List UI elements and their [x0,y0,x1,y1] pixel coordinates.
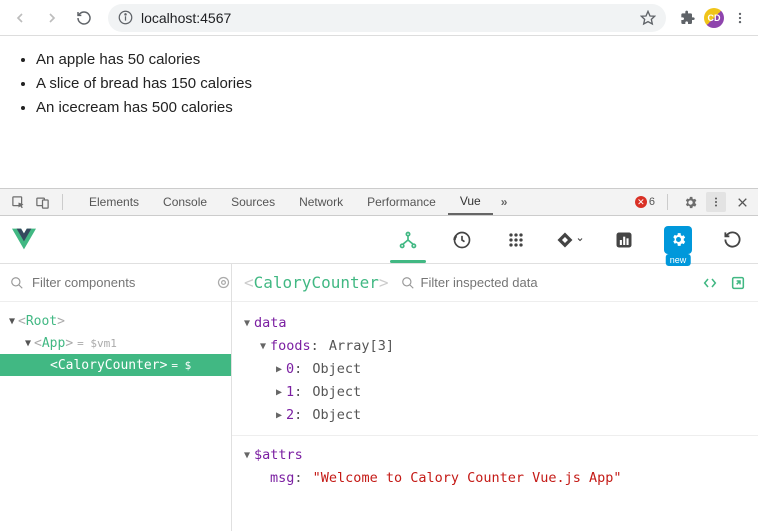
vue-tab-routes-icon[interactable] [556,217,584,263]
vue-devtools-body: ▼<Root> ▼<App>= $vm1 <CaloryCounter>= $ … [0,264,758,531]
vue-devtools-header: new [0,216,758,264]
inspector-title: <CaloryCounter> [244,273,389,292]
reload-button[interactable] [70,4,98,32]
site-info-icon[interactable] [118,10,133,25]
inspect-filter-input[interactable] [421,275,690,290]
address-bar[interactable]: localhost:4567 [108,4,666,32]
vue-logo-icon [12,228,36,252]
devtools-tabbar: Elements Console Sources Network Perform… [0,188,758,216]
tab-performance[interactable]: Performance [355,189,448,215]
browser-toolbar: localhost:4567 CD [0,0,758,36]
search-icon [401,276,415,290]
vue-tab-vuex-icon[interactable] [502,217,530,263]
error-count-badge[interactable]: ✕6 [635,196,655,208]
tab-vue[interactable]: Vue [448,189,493,215]
tab-sources[interactable]: Sources [219,189,287,215]
list-item: An apple has 50 calories [36,48,742,72]
url-text: localhost:4567 [141,10,632,26]
device-toggle-icon[interactable] [32,192,52,212]
data-item[interactable]: 2: Object [240,404,750,427]
inspector-header: <CaloryCounter> [232,264,758,302]
attrs-msg[interactable]: msg: "Welcome to Calory Counter Vue.js A… [240,467,750,490]
page-content: An apple has 50 calories A slice of brea… [0,36,758,188]
inspect-element-icon[interactable] [8,192,28,212]
vue-tab-perf-icon[interactable] [610,217,638,263]
vue-tab-components-icon[interactable] [394,217,422,263]
back-button[interactable] [6,4,34,32]
open-in-editor-icon[interactable] [702,275,718,291]
data-item[interactable]: 1: Object [240,381,750,404]
extensions-icon[interactable] [676,6,700,30]
search-icon [10,276,24,290]
data-foods[interactable]: foods: Array[3] [240,335,750,358]
select-target-icon[interactable] [216,275,231,290]
tabs-overflow-icon[interactable]: » [493,195,516,209]
data-section[interactable]: data [240,312,750,335]
data-item[interactable]: 0: Object [240,358,750,381]
tab-console[interactable]: Console [151,189,219,215]
list-item: An icecream has 500 calories [36,96,742,120]
inspector-body: data foods: Array[3] 0: Object 1: Object… [232,302,758,531]
profile-avatar[interactable]: CD [704,8,724,28]
tree-node-root[interactable]: ▼<Root> [0,310,231,332]
forward-button[interactable] [38,4,66,32]
vue-tab-settings-icon[interactable]: new [664,226,692,254]
vue-refresh-icon[interactable] [718,217,746,263]
tree-node-app[interactable]: ▼<App>= $vm1 [0,332,231,354]
inspector-panel: <CaloryCounter> data foods: A [232,264,758,531]
tree-node-calorycounter[interactable]: <CaloryCounter>= $ [0,354,231,376]
open-external-icon[interactable] [730,275,746,291]
devtools-settings-icon[interactable] [680,192,700,212]
vue-tab-timeline-icon[interactable] [448,217,476,263]
tab-network[interactable]: Network [287,189,355,215]
attrs-section[interactable]: $attrs [240,444,750,467]
tab-elements[interactable]: Elements [77,189,151,215]
tree-filter [0,264,231,302]
bookmark-star-icon[interactable] [640,10,656,26]
tree-filter-input[interactable] [32,275,208,290]
browser-menu-icon[interactable] [728,6,752,30]
devtools-close-icon[interactable] [732,192,752,212]
new-badge: new [666,254,691,266]
list-item: A slice of bread has 150 calories [36,72,742,96]
component-tree: ▼<Root> ▼<App>= $vm1 <CaloryCounter>= $ [0,302,231,531]
devtools-more-icon[interactable] [706,192,726,212]
component-tree-panel: ▼<Root> ▼<App>= $vm1 <CaloryCounter>= $ [0,264,232,531]
